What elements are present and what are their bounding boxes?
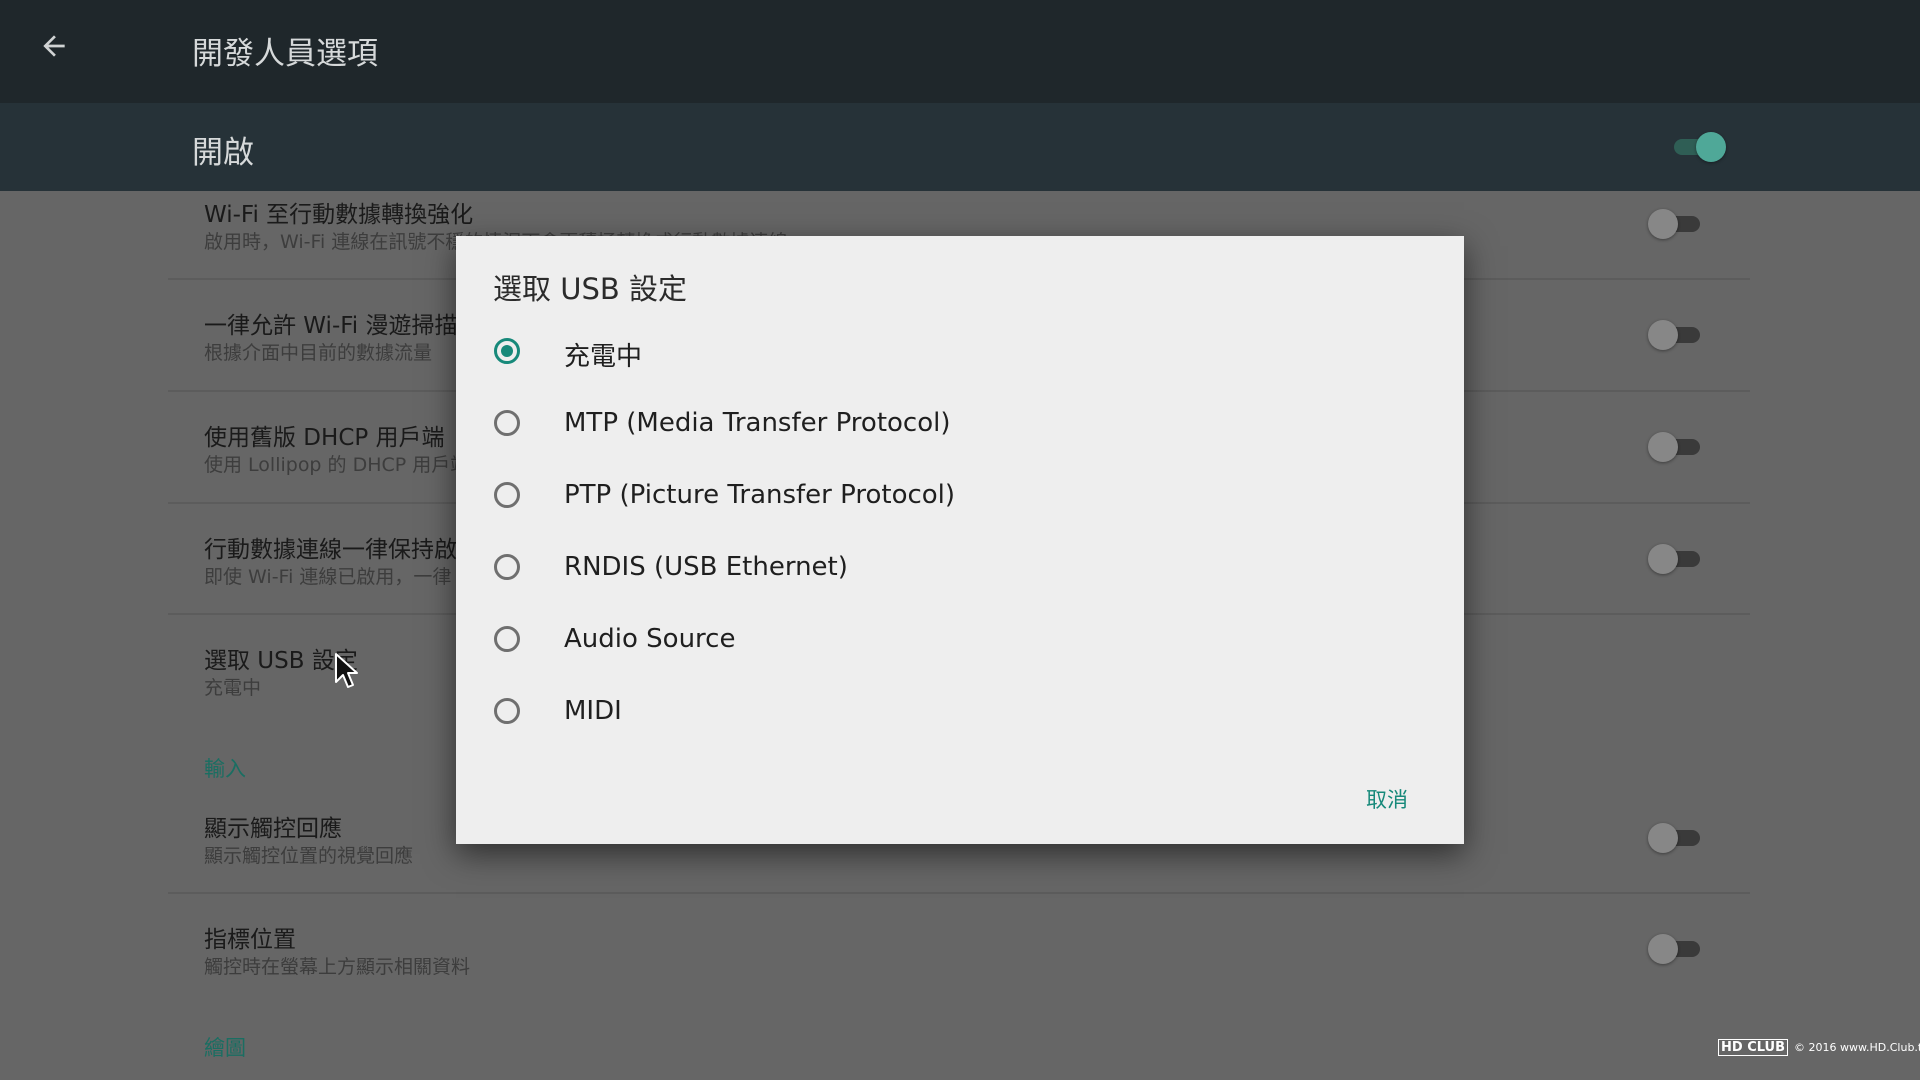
section-header-drawing: 繪圖 <box>204 1036 246 1060</box>
dialog-title: 選取 USB 設定 <box>493 272 687 306</box>
radio-button[interactable] <box>494 482 520 508</box>
master-toggle-switch[interactable] <box>1670 130 1726 164</box>
radio-button[interactable] <box>494 626 520 652</box>
radio-button-checked[interactable] <box>494 338 520 364</box>
option-label: RNDIS (USB Ethernet) <box>564 552 848 582</box>
setting-subtitle: 使用 Lollipop 的 DHCP 用戶端 <box>204 454 470 476</box>
radio-button[interactable] <box>494 554 520 580</box>
divider <box>168 892 1750 894</box>
setting-subtitle: 充電中 <box>204 677 262 699</box>
watermark: HD CLUB © 2016 www.HD.Club.tw <box>1718 1039 1920 1056</box>
setting-subtitle: 根據介面中目前的數據流量 <box>204 342 433 364</box>
option-label: Audio Source <box>564 624 736 654</box>
back-arrow-icon[interactable] <box>38 30 70 62</box>
page-title: 開發人員選項 <box>192 36 378 72</box>
option-label: PTP (Picture Transfer Protocol) <box>564 480 956 510</box>
radio-button[interactable] <box>494 698 520 724</box>
watermark-text: © 2016 www.HD.Club.tw <box>1794 1041 1920 1054</box>
option-label: 充電中 <box>564 342 643 372</box>
setting-subtitle: 即使 Wi-Fi 連線已啟用，一律 <box>204 566 452 588</box>
switch-thumb <box>1648 934 1678 964</box>
setting-title: 行動數據連線一律保持啟用 <box>204 537 480 563</box>
setting-subtitle: 觸控時在螢幕上方顯示相關資料 <box>204 956 471 978</box>
setting-title: 一律允許 Wi-Fi 漫遊掃描 <box>204 313 458 339</box>
option-rndis[interactable]: RNDIS (USB Ethernet) <box>456 534 1464 606</box>
app-bar: 開發人員選項 <box>0 0 1920 103</box>
switch-thumb <box>1696 132 1726 162</box>
option-mtp[interactable]: MTP (Media Transfer Protocol) <box>456 390 1464 462</box>
setting-title: 使用舊版 DHCP 用戶端 <box>204 425 445 451</box>
usb-configuration-dialog: 選取 USB 設定 充電中 MTP (Media Transfer Protoc… <box>456 236 1464 844</box>
pointer-location-switch[interactable] <box>1648 932 1704 966</box>
section-header-input: 輸入 <box>204 757 246 781</box>
mobile-data-switch[interactable] <box>1648 542 1704 576</box>
setting-title: 顯示觸控回應 <box>204 816 342 842</box>
watermark-logo: HD CLUB <box>1718 1039 1789 1056</box>
switch-thumb <box>1648 320 1678 350</box>
switch-thumb <box>1648 209 1678 239</box>
switch-thumb <box>1648 432 1678 462</box>
option-charging[interactable]: 充電中 <box>456 318 1464 390</box>
master-toggle-bar[interactable]: 開啟 <box>0 103 1920 191</box>
option-label: MIDI <box>564 696 622 726</box>
setting-pointer-location[interactable]: 指標位置 觸控時在螢幕上方顯示相關資料 <box>168 916 1750 1002</box>
show-touches-switch[interactable] <box>1648 821 1704 855</box>
cancel-button[interactable]: 取消 <box>1366 784 1408 814</box>
option-ptp[interactable]: PTP (Picture Transfer Protocol) <box>456 462 1464 534</box>
setting-title: Wi-Fi 至行動數據轉換強化 <box>204 202 474 228</box>
switch-thumb <box>1648 544 1678 574</box>
option-audio-source[interactable]: Audio Source <box>456 606 1464 678</box>
wifi-handover-switch[interactable] <box>1648 207 1704 241</box>
mouse-cursor-icon <box>335 653 358 688</box>
switch-thumb <box>1648 823 1678 853</box>
setting-subtitle: 顯示觸控位置的視覺回應 <box>204 845 414 867</box>
wifi-roaming-switch[interactable] <box>1648 318 1704 352</box>
master-toggle-label: 開啟 <box>192 135 254 171</box>
option-midi[interactable]: MIDI <box>456 678 1464 750</box>
legacy-dhcp-switch[interactable] <box>1648 430 1704 464</box>
option-label: MTP (Media Transfer Protocol) <box>564 408 951 438</box>
radio-button[interactable] <box>494 410 520 436</box>
setting-title: 指標位置 <box>204 927 296 953</box>
